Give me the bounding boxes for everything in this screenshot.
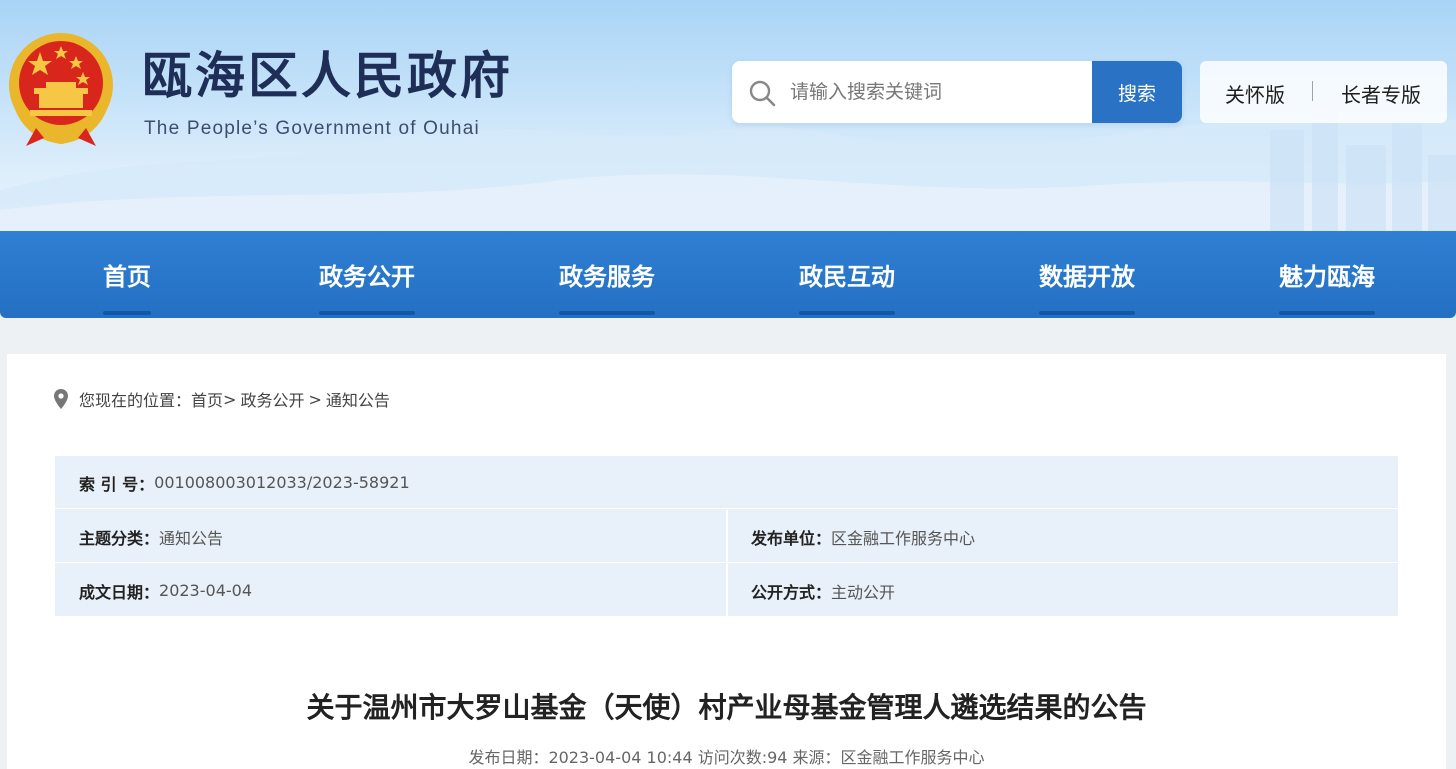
nav-item-label: 政务服务 — [559, 263, 655, 291]
nav-item-open-data[interactable]: 数据开放 — [1039, 231, 1135, 318]
nav-item-label: 首页 — [103, 263, 151, 291]
search-input[interactable] — [790, 61, 1090, 123]
nav-underline — [103, 311, 151, 315]
elder-mode-link[interactable]: 长者专版 — [1341, 79, 1421, 108]
nav-item-gov-services[interactable]: 政务服务 — [559, 231, 655, 318]
breadcrumb-gov-affairs-public[interactable]: 政务公开 — [240, 387, 304, 411]
meta-column-divider — [726, 510, 728, 616]
breadcrumb-separator: > — [308, 389, 322, 409]
breadcrumb-home[interactable]: 首页 — [191, 387, 223, 411]
search-button[interactable]: 搜索 — [1092, 61, 1182, 123]
meta-label: 主题分类： — [79, 528, 160, 548]
meta-label: 索 引 号： — [79, 474, 155, 494]
nav-underline — [1279, 311, 1375, 315]
nav-item-label: 数据开放 — [1039, 263, 1135, 291]
meta-value: 001008003012033/2023-58921 — [154, 473, 410, 492]
article-meta: 发布日期：2023-04-04 10:44 访问次数:94 来源：区金融工作服务… — [468, 748, 985, 767]
main-nav: 首页 政务公开 政务服务 政民互动 数据开放 魅力瓯海 — [0, 231, 1456, 318]
accessibility-modes: 关怀版 长者专版 — [1200, 61, 1447, 123]
meta-date: 成文日期： 2023-04-04 — [79, 564, 252, 617]
meta-index: 索 引 号： 001008003012033/2023-58921 — [79, 456, 410, 509]
meta-publisher: 发布单位： 区金融工作服务中心 — [751, 510, 975, 563]
meta-value: 区金融工作服务中心 — [831, 528, 976, 548]
meta-topic: 主题分类： 通知公告 — [79, 510, 223, 563]
nav-item-charm-ouhai[interactable]: 魅力瓯海 — [1279, 231, 1375, 318]
nav-item-label: 政民互动 — [799, 263, 895, 291]
meta-label: 成文日期： — [79, 582, 160, 602]
meta-value: 2023-04-04 — [159, 581, 252, 600]
search-icon — [749, 80, 776, 107]
nav-underline — [559, 311, 655, 315]
breadcrumb-prefix: 您现在的位置： — [79, 391, 192, 410]
document-meta-table: 索 引 号： 001008003012033/2023-58921 主题分类： … — [55, 456, 1398, 616]
nav-underline — [319, 311, 415, 315]
nav-item-gov-affairs-public[interactable]: 政务公开 — [319, 231, 415, 318]
location-pin-icon — [54, 389, 68, 409]
nav-item-interaction[interactable]: 政民互动 — [799, 231, 895, 318]
nav-underline — [1039, 311, 1135, 315]
site-header: 瓯海区人民政府 The People’s Government of Ouhai… — [0, 0, 1456, 232]
search-box: 搜索 — [732, 61, 1182, 123]
site-title: 瓯海区人民政府 — [142, 47, 513, 105]
content-panel: 您现在的位置： 首页 > 政务公开 > 通知公告 索 引 号： 00100800… — [7, 354, 1446, 769]
nav-item-label: 魅力瓯海 — [1279, 263, 1375, 291]
meta-row-index: 索 引 号： 001008003012033/2023-58921 — [55, 456, 1398, 509]
breadcrumb-separator: > — [223, 389, 237, 409]
meta-method: 公开方式： 主动公开 — [751, 564, 895, 617]
meta-label: 发布单位： — [751, 528, 832, 548]
nav-underline — [799, 311, 895, 315]
breadcrumb-notices[interactable]: 通知公告 — [326, 387, 390, 411]
site-subtitle: The People’s Government of Ouhai — [144, 118, 480, 139]
meta-label: 公开方式： — [751, 582, 832, 602]
breadcrumb: 您现在的位置： 首页 > 政务公开 > 通知公告 — [54, 387, 390, 411]
meta-value: 通知公告 — [159, 528, 224, 548]
nav-item-label: 政务公开 — [319, 263, 415, 291]
meta-value: 主动公开 — [831, 582, 896, 602]
article-title: 关于温州市大罗山基金（天使）村产业母基金管理人遴选结果的公告 — [306, 691, 1147, 724]
care-mode-link[interactable]: 关怀版 — [1225, 79, 1285, 108]
mode-separator — [1312, 81, 1313, 101]
national-emblem-icon — [9, 33, 113, 146]
nav-item-home[interactable]: 首页 — [103, 231, 151, 318]
